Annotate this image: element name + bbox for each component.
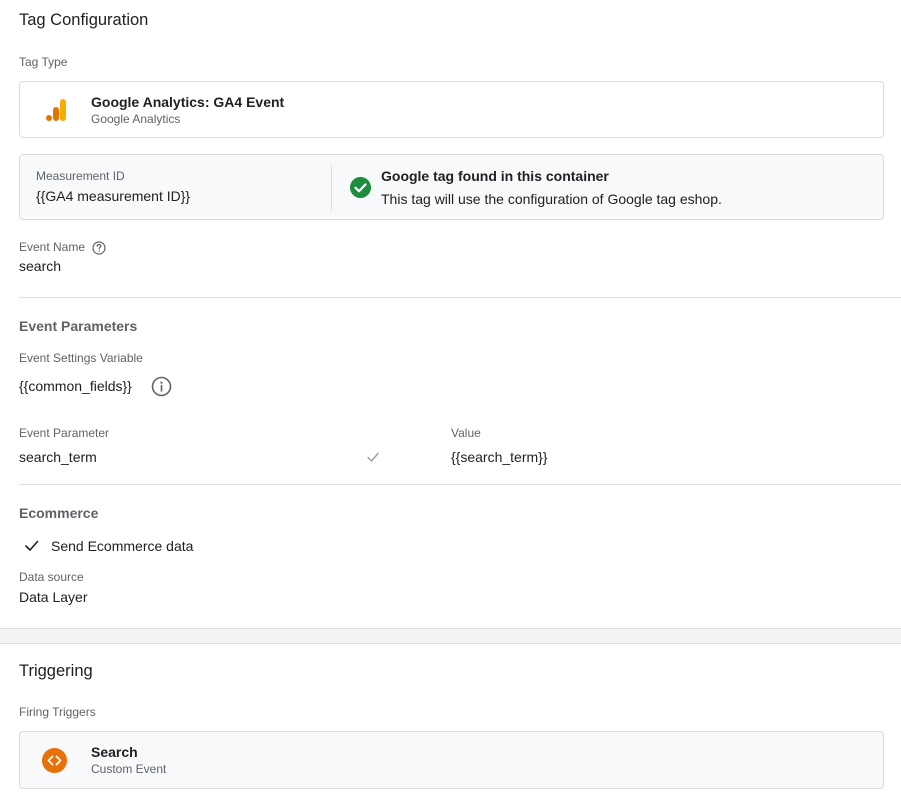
event-parameters-title: Event Parameters [19, 318, 138, 334]
send-ecommerce-label: Send Ecommerce data [51, 538, 194, 554]
divider [19, 484, 901, 485]
panel-divider [331, 165, 332, 211]
tag-type-selector[interactable]: Google Analytics: GA4 Event Google Analy… [19, 81, 884, 138]
google-tag-status-title: Google tag found in this container [381, 168, 609, 184]
event-parameter-column-label: Event Parameter [19, 426, 110, 440]
tag-configuration-card: Tag Configuration Tag Type Google Analyt… [0, 0, 901, 628]
info-icon[interactable] [151, 376, 172, 397]
checkmark-icon [25, 540, 39, 551]
tag-configuration-title: Tag Configuration [19, 11, 149, 29]
help-icon[interactable] [92, 241, 106, 255]
divider [19, 297, 901, 298]
measurement-id-value: {{GA4 measurement ID}} [36, 188, 191, 204]
google-tag-status-desc: This tag will use the configuration of G… [381, 191, 722, 207]
event-parameter-value: {{search_term}} [451, 449, 548, 465]
data-source-label: Data source [19, 570, 84, 584]
event-name-value: search [19, 258, 62, 274]
check-circle-icon [350, 177, 371, 198]
card-separator [0, 628, 901, 644]
trigger-name: Search [91, 744, 138, 760]
event-name-label: Event Name [19, 240, 106, 255]
tag-type-subtitle: Google Analytics [91, 112, 181, 126]
ecommerce-title: Ecommerce [19, 505, 99, 521]
value-column-label: Value [451, 426, 481, 440]
custom-event-icon [42, 748, 67, 773]
measurement-id-panel: Measurement ID {{GA4 measurement ID}} Go… [19, 154, 884, 220]
event-parameter-name: search_term [19, 449, 97, 465]
measurement-id-label: Measurement ID [36, 169, 125, 183]
event-settings-label: Event Settings Variable [19, 351, 143, 365]
tag-type-label: Tag Type [19, 55, 68, 69]
data-source-value: Data Layer [19, 589, 88, 605]
triggering-title: Triggering [19, 662, 93, 680]
tag-type-name: Google Analytics: GA4 Event [91, 94, 285, 110]
event-settings-value: {{common_fields}} [19, 378, 132, 394]
trigger-type: Custom Event [91, 762, 167, 776]
firing-trigger-item[interactable]: Search Custom Event [19, 731, 884, 789]
google-analytics-icon [46, 99, 66, 121]
firing-triggers-label: Firing Triggers [19, 705, 96, 719]
check-icon [367, 452, 379, 462]
event-name-label-text: Event Name [19, 240, 86, 254]
